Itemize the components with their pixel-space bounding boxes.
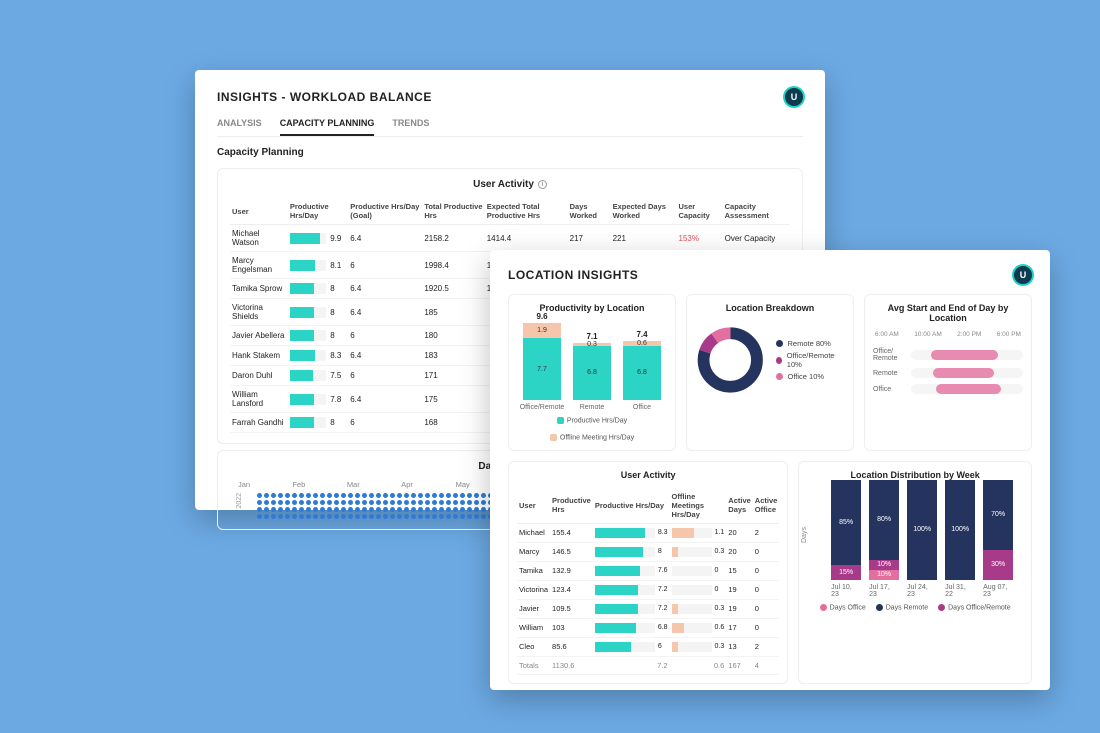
col-header: Productive Hrs/Day (Goal) <box>348 198 422 225</box>
legend-label: Productive Hrs/Day <box>567 417 627 424</box>
info-icon[interactable]: i <box>538 180 547 189</box>
time-tick: 6:00 AM <box>875 331 899 338</box>
pbl-bar: 9.6 7.7 1.9 Office/Remote <box>523 312 561 411</box>
table-row[interactable]: William103 6.8 0.6 170 <box>517 618 779 637</box>
brand-badge: U <box>785 88 803 106</box>
col-header: User <box>230 198 288 225</box>
avg-start-end-card: Avg Start and End of Day by Location 6:0… <box>864 294 1032 451</box>
tab-trends[interactable]: TRENDS <box>392 118 429 136</box>
legend-item: Office 10% <box>776 372 846 381</box>
legend-label: Offline Meeting Hrs/Day <box>560 435 634 442</box>
tab-analysis[interactable]: ANALYSIS <box>217 118 262 136</box>
card-title: Location Distribution by Week <box>807 470 1023 480</box>
tabs: ANALYSIS CAPACITY PLANNING TRENDS <box>217 118 803 137</box>
table-row[interactable]: Cleo85.6 6 0.3 132 <box>517 637 779 656</box>
col-header: Days Worked <box>568 198 611 225</box>
tab-capacity-planning[interactable]: CAPACITY PLANNING <box>280 118 375 136</box>
pbl-bar: 7.4 6.8 0.6 Office <box>623 330 661 411</box>
year-label: 2022 <box>236 493 243 509</box>
card-title: User Activity <box>517 470 779 480</box>
col-header: Total Productive Hrs <box>422 198 484 225</box>
range-row: Office/ Remote <box>873 348 1023 362</box>
section-subtitle: Capacity Planning <box>217 147 803 158</box>
col-header: User Capacity <box>677 198 723 225</box>
table-row[interactable]: Marcy146.5 8 0.3 200 <box>517 542 779 561</box>
brand-badge: U <box>1014 266 1032 284</box>
table-row[interactable]: Victorina123.4 7.2 0 190 <box>517 580 779 599</box>
table-row[interactable]: Tamika132.9 7.6 0 150 <box>517 561 779 580</box>
page-title: INSIGHTS - WORKLOAD BALANCE <box>217 90 432 104</box>
location-breakdown-card: Location Breakdown Remote 80% Office/Remo… <box>686 294 854 451</box>
table-row[interactable]: Javier109.5 7.2 0.3 190 <box>517 599 779 618</box>
y-axis-label: Days <box>801 527 808 543</box>
col-header: Productive Hrs/Day <box>288 198 348 225</box>
col-header: Productive Hrs/Day <box>593 488 670 524</box>
card-title: Avg Start and End of Day by Location <box>873 303 1023 323</box>
week-bar: 70%30%Aug 07, 23 <box>983 480 1013 598</box>
range-row: Remote <box>873 368 1023 378</box>
pbl-bar: 7.1 6.8 0.3 Remote <box>573 332 611 411</box>
col-header: Active Days <box>726 488 753 524</box>
range-row: Office <box>873 384 1023 394</box>
month-label: Apr <box>401 480 455 489</box>
user-activity-2-table: UserProductive HrsProductive Hrs/DayOffl… <box>517 488 779 675</box>
legend-label: Days Office/Remote <box>948 604 1011 611</box>
month-label: Feb <box>292 480 346 489</box>
page-title: LOCATION INSIGHTS <box>508 268 638 282</box>
legend-label: Days Office <box>830 604 866 611</box>
week-bar: 80%10%10%Jul 17, 23 <box>869 480 899 598</box>
time-tick: 6:00 PM <box>997 331 1021 338</box>
panel-title: User Activity <box>473 179 534 190</box>
user-activity-2-card: User Activity UserProductive HrsProducti… <box>508 461 788 684</box>
time-tick: 10:00 AM <box>914 331 941 338</box>
donut-chart <box>695 321 766 399</box>
week-bar: 85%15%Jul 10, 23 <box>831 480 861 598</box>
table-row[interactable]: Michael155.4 8.3 1.1 202 <box>517 523 779 542</box>
col-header: Capacity Assessment <box>723 198 790 225</box>
month-label: Mar <box>347 480 401 489</box>
time-tick: 2:00 PM <box>957 331 981 338</box>
col-header: Productive Hrs <box>550 488 593 524</box>
col-header: Expected Total Productive Hrs <box>485 198 568 225</box>
card-title: Location Breakdown <box>695 303 845 313</box>
legend-label: Days Remote <box>886 604 928 611</box>
table-row[interactable]: Michael Watson 9.9 6.4 2158.2 1414.4 217… <box>230 225 790 252</box>
location-by-week-card: Location Distribution by Week Days 85%15… <box>798 461 1032 684</box>
col-header: Offline Meetings Hrs/Day <box>670 488 727 524</box>
productivity-by-location-card: Productivity by Location 9.6 7.7 1.9 Off… <box>508 294 676 451</box>
month-label: Jan <box>238 480 292 489</box>
location-insights-window: LOCATION INSIGHTS U Productivity by Loca… <box>490 250 1050 690</box>
legend-item: Remote 80% <box>776 339 846 348</box>
week-bar: 100%Jul 31, 22 <box>945 480 975 598</box>
col-header: User <box>517 488 550 524</box>
legend-item: Office/Remote 10% <box>776 351 846 369</box>
col-header: Expected Days Worked <box>611 198 677 225</box>
col-header: Active Office <box>753 488 780 524</box>
week-bar: 100%Jul 24, 23 <box>907 480 937 598</box>
